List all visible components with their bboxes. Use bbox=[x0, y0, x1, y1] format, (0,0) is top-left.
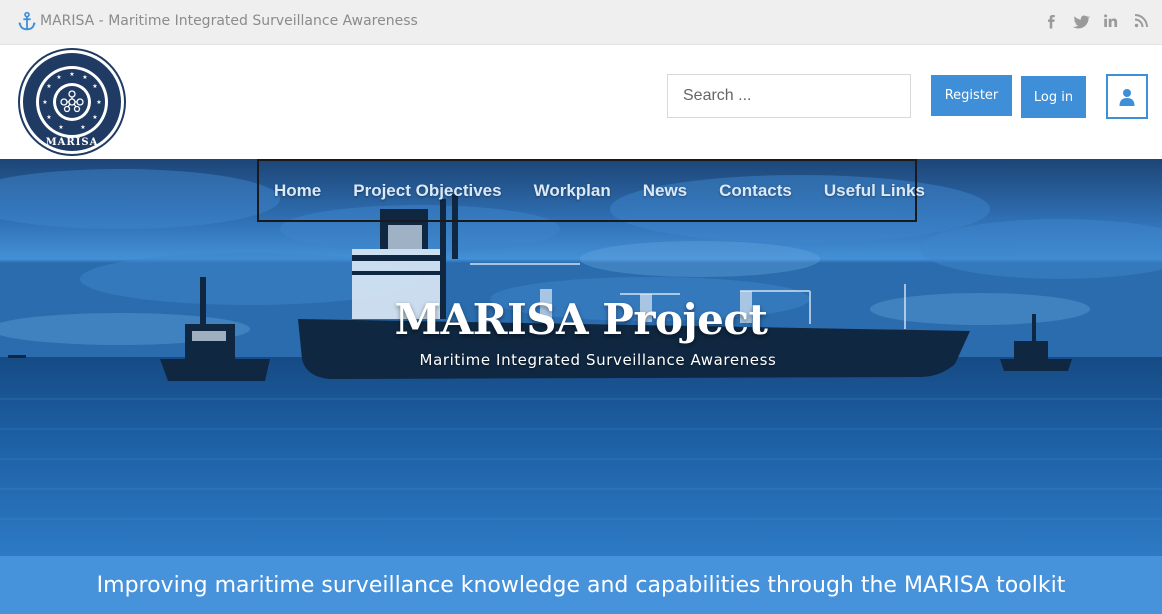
user-account-button[interactable] bbox=[1106, 74, 1148, 119]
main-navigation: Home Project Objectives Workplan News Co… bbox=[257, 159, 925, 222]
svg-text:★: ★ bbox=[42, 99, 47, 106]
svg-text:★: ★ bbox=[92, 114, 97, 121]
svg-text:★: ★ bbox=[46, 114, 51, 121]
user-icon bbox=[1119, 88, 1135, 106]
nav-item-useful-links[interactable]: Useful Links bbox=[824, 181, 925, 201]
top-bar: MARISA - Maritime Integrated Surveillanc… bbox=[0, 0, 1162, 45]
svg-text:★: ★ bbox=[56, 74, 61, 81]
register-button[interactable]: Register bbox=[931, 75, 1012, 116]
linkedin-icon[interactable] bbox=[1102, 12, 1120, 30]
nav-item-project-objectives[interactable]: Project Objectives bbox=[353, 181, 501, 201]
nav-item-news[interactable]: News bbox=[643, 181, 687, 201]
twitter-icon[interactable] bbox=[1072, 12, 1090, 30]
anchor-icon bbox=[18, 11, 36, 31]
svg-text:★: ★ bbox=[46, 83, 51, 90]
hero-subtitle: Maritime Integrated Surveillance Awarene… bbox=[419, 351, 777, 369]
hero-title: MARISA Project bbox=[394, 295, 768, 344]
svg-text:★: ★ bbox=[82, 74, 87, 81]
nav-item-contacts[interactable]: Contacts bbox=[719, 181, 792, 201]
svg-text:MARISA: MARISA bbox=[46, 137, 99, 148]
svg-text:★: ★ bbox=[96, 99, 101, 106]
search-box bbox=[667, 74, 911, 118]
nav-item-home[interactable]: Home bbox=[274, 181, 321, 201]
facebook-icon[interactable] bbox=[1042, 12, 1060, 30]
site-name[interactable]: MARISA - Maritime Integrated Surveillanc… bbox=[40, 13, 418, 29]
header: ★ ★ ★ ★ ★ ★ ★ ★ ★ ★ ★ MARISA Register Lo… bbox=[0, 45, 1162, 159]
svg-text:★: ★ bbox=[58, 124, 63, 131]
nav-item-workplan[interactable]: Workplan bbox=[534, 181, 611, 201]
search-input[interactable] bbox=[668, 75, 910, 117]
marisa-logo[interactable]: ★ ★ ★ ★ ★ ★ ★ ★ ★ ★ ★ MARISA bbox=[17, 47, 127, 157]
tagline-banner: Improving maritime surveillance knowledg… bbox=[0, 556, 1162, 614]
social-links bbox=[1042, 12, 1150, 30]
svg-text:★: ★ bbox=[80, 124, 85, 131]
tagline-text: Improving maritime surveillance knowledg… bbox=[96, 572, 1066, 598]
login-button[interactable]: Log in bbox=[1021, 76, 1086, 118]
svg-text:★: ★ bbox=[69, 71, 74, 78]
rss-icon[interactable] bbox=[1132, 12, 1150, 30]
svg-text:★: ★ bbox=[92, 83, 97, 90]
hero-section: Home Project Objectives Workplan News Co… bbox=[0, 159, 1162, 556]
